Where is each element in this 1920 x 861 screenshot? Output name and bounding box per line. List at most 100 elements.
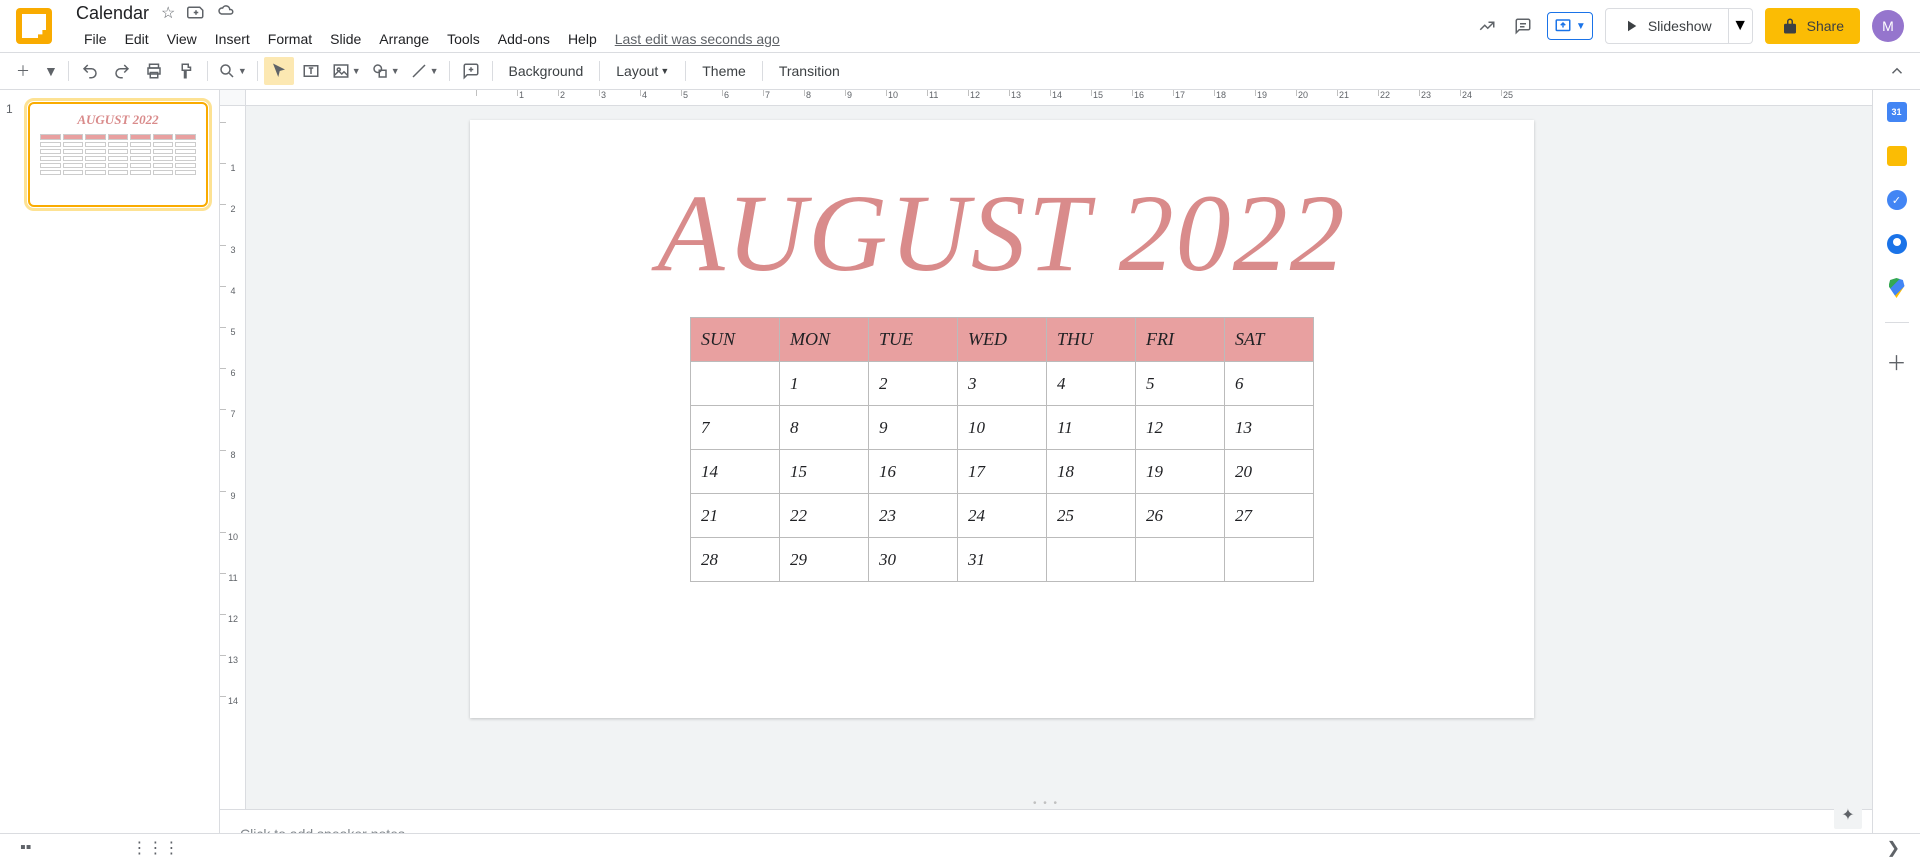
- redo-button[interactable]: [107, 57, 137, 85]
- menu-view[interactable]: View: [159, 27, 205, 51]
- side-panel-toggle[interactable]: ❯: [1887, 838, 1900, 858]
- cal-cell[interactable]: [691, 362, 780, 406]
- cal-cell[interactable]: 20: [1225, 450, 1314, 494]
- menu-addons[interactable]: Add-ons: [490, 27, 558, 51]
- line-tool[interactable]: ▼: [406, 57, 443, 85]
- present-upload[interactable]: ▼: [1547, 12, 1593, 40]
- cal-cell[interactable]: 19: [1136, 450, 1225, 494]
- new-slide-button[interactable]: ＋: [8, 57, 38, 85]
- menu-slide[interactable]: Slide: [322, 27, 369, 51]
- doc-title[interactable]: Calendar: [76, 3, 149, 24]
- cal-cell[interactable]: 2: [869, 362, 958, 406]
- new-slide-dropdown[interactable]: ▼: [40, 57, 62, 85]
- menu-file[interactable]: File: [76, 27, 115, 51]
- tasks-sidepanel-icon[interactable]: [1887, 190, 1907, 210]
- cal-header-cell[interactable]: THU: [1047, 318, 1136, 362]
- shape-tool[interactable]: ▼: [367, 57, 404, 85]
- slideshow-dropdown[interactable]: ▼: [1729, 8, 1753, 44]
- cal-cell[interactable]: 15: [780, 450, 869, 494]
- paint-format-button[interactable]: [171, 57, 201, 85]
- menu-insert[interactable]: Insert: [207, 27, 258, 51]
- cal-header-cell[interactable]: TUE: [869, 318, 958, 362]
- cal-cell[interactable]: [1225, 538, 1314, 582]
- cal-cell[interactable]: 10: [958, 406, 1047, 450]
- cal-cell[interactable]: 27: [1225, 494, 1314, 538]
- cal-cell[interactable]: 6: [1225, 362, 1314, 406]
- cal-cell[interactable]: 30: [869, 538, 958, 582]
- print-button[interactable]: [139, 57, 169, 85]
- addons-plus-icon[interactable]: ＋: [1887, 347, 1907, 376]
- theme-button[interactable]: Theme: [692, 57, 756, 85]
- menu-edit[interactable]: Edit: [117, 27, 157, 51]
- cal-cell[interactable]: 23: [869, 494, 958, 538]
- cal-cell[interactable]: 1: [780, 362, 869, 406]
- calendar-sidepanel-icon[interactable]: [1887, 102, 1907, 122]
- cal-cell[interactable]: [1047, 538, 1136, 582]
- cal-cell[interactable]: [1136, 538, 1225, 582]
- cal-cell[interactable]: 17: [958, 450, 1047, 494]
- slideshow-button[interactable]: Slideshow: [1605, 8, 1729, 44]
- cal-cell[interactable]: 28: [691, 538, 780, 582]
- cal-cell[interactable]: 13: [1225, 406, 1314, 450]
- cal-cell[interactable]: 8: [780, 406, 869, 450]
- cal-cell[interactable]: 31: [958, 538, 1047, 582]
- cloud-icon[interactable]: [217, 2, 235, 25]
- filmstrip-view-icon[interactable]: ⋮⋮⋮: [131, 838, 179, 858]
- cal-cell[interactable]: 26: [1136, 494, 1225, 538]
- cal-cell[interactable]: 11: [1047, 406, 1136, 450]
- share-button[interactable]: Share: [1765, 8, 1860, 44]
- explore-button[interactable]: ✦: [1834, 801, 1862, 829]
- side-panel: ＋: [1872, 90, 1920, 861]
- cal-cell[interactable]: 3: [958, 362, 1047, 406]
- maps-sidepanel-icon[interactable]: [1889, 278, 1905, 298]
- cal-header-cell[interactable]: MON: [780, 318, 869, 362]
- cal-cell[interactable]: 22: [780, 494, 869, 538]
- star-icon[interactable]: ☆: [161, 3, 175, 23]
- calendar-table[interactable]: SUNMONTUEWEDTHUFRISAT 123456789101112131…: [690, 317, 1314, 582]
- cal-cell[interactable]: 24: [958, 494, 1047, 538]
- last-edit-link[interactable]: Last edit was seconds ago: [607, 27, 788, 51]
- cal-cell[interactable]: 4: [1047, 362, 1136, 406]
- slide-thumbnail-1[interactable]: AUGUST 2022: [28, 102, 208, 207]
- menu-arrange[interactable]: Arrange: [371, 27, 437, 51]
- slides-logo[interactable]: [16, 8, 52, 44]
- activity-icon[interactable]: [1475, 14, 1499, 38]
- image-tool[interactable]: ▼: [328, 57, 365, 85]
- cal-cell[interactable]: 21: [691, 494, 780, 538]
- cal-header-cell[interactable]: SUN: [691, 318, 780, 362]
- canvas-area[interactable]: 1234567891011121314151617181920212223242…: [220, 90, 1872, 809]
- textbox-tool[interactable]: [296, 57, 326, 85]
- cal-cell[interactable]: 25: [1047, 494, 1136, 538]
- move-icon[interactable]: [187, 2, 205, 25]
- slide-canvas[interactable]: AUGUST 2022 SUNMONTUEWEDTHUFRISAT 123456…: [470, 120, 1534, 718]
- background-button[interactable]: Background: [499, 57, 594, 85]
- cal-cell[interactable]: 12: [1136, 406, 1225, 450]
- comment-tool[interactable]: [456, 57, 486, 85]
- menu-tools[interactable]: Tools: [439, 27, 488, 51]
- contacts-sidepanel-icon[interactable]: [1887, 234, 1907, 254]
- avatar[interactable]: M: [1872, 10, 1904, 42]
- cal-cell[interactable]: 16: [869, 450, 958, 494]
- collapse-toolbar[interactable]: [1882, 57, 1912, 85]
- slide-title[interactable]: AUGUST 2022: [470, 170, 1534, 297]
- cal-cell[interactable]: 29: [780, 538, 869, 582]
- cal-cell[interactable]: 7: [691, 406, 780, 450]
- menu-format[interactable]: Format: [260, 27, 320, 51]
- layout-button[interactable]: Layout ▼: [606, 57, 679, 85]
- select-tool[interactable]: [264, 57, 294, 85]
- grid-view-icon[interactable]: ▪▪: [20, 839, 31, 857]
- cal-header-cell[interactable]: FRI: [1136, 318, 1225, 362]
- cal-cell[interactable]: 18: [1047, 450, 1136, 494]
- keep-sidepanel-icon[interactable]: [1887, 146, 1907, 166]
- cal-cell[interactable]: 5: [1136, 362, 1225, 406]
- zoom-button[interactable]: ▼: [214, 57, 251, 85]
- comments-icon[interactable]: [1511, 14, 1535, 38]
- cal-cell[interactable]: 9: [869, 406, 958, 450]
- cal-cell[interactable]: 14: [691, 450, 780, 494]
- menu-help[interactable]: Help: [560, 27, 605, 51]
- drag-handle[interactable]: • • •: [1033, 798, 1059, 809]
- transition-button[interactable]: Transition: [769, 57, 850, 85]
- cal-header-cell[interactable]: WED: [958, 318, 1047, 362]
- undo-button[interactable]: [75, 57, 105, 85]
- cal-header-cell[interactable]: SAT: [1225, 318, 1314, 362]
